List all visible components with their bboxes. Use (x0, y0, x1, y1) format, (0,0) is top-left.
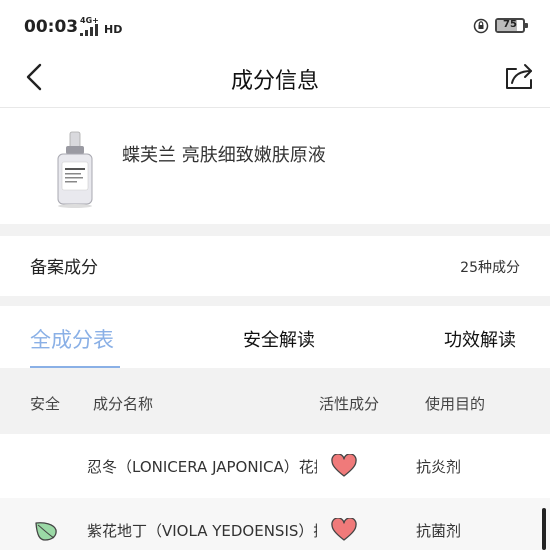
header-safety: 安全 (30, 395, 61, 413)
filed-ingredients-row[interactable]: 备案成分 25种成分 (0, 236, 550, 296)
tab-full-ingredients[interactable]: 全成分表 (30, 324, 114, 354)
tab-efficacy[interactable]: 功效解读 (444, 326, 516, 352)
header-purpose: 使用目的 (425, 395, 486, 413)
heart-icon (331, 518, 357, 541)
ingredient-name: 忍冬（LONICERA JAPONICA）花提取物 (87, 458, 317, 476)
battery-icon: 75 (495, 18, 528, 33)
heart-icon (331, 454, 357, 477)
filed-ingredients-label: 备案成分 (30, 258, 98, 278)
hd-indicator: HD (104, 23, 123, 36)
share-button[interactable] (500, 60, 538, 94)
ingredient-count: 25种成分 (460, 260, 520, 276)
scrollbar[interactable] (542, 508, 546, 550)
share-icon (506, 64, 532, 89)
product-image (57, 131, 93, 208)
nav-bar: 成分信息 (0, 52, 550, 108)
signal-icon: 4G+ HD (80, 16, 124, 40)
leaf-icon (35, 522, 57, 541)
tab-safety[interactable]: 安全解读 (243, 326, 315, 352)
table-row[interactable]: 紫花地丁（VIOLA YEDOENSIS）提取物 抗菌剂 (0, 498, 550, 550)
status-bar: 00:03 4G+ HD 75 (0, 0, 550, 52)
page-title: 成分信息 (230, 69, 319, 94)
status-time: 00:03 (24, 17, 79, 37)
rotation-lock-icon (473, 18, 489, 34)
signal-bars-icon (80, 24, 98, 36)
ingredient-name: 紫花地丁（VIOLA YEDOENSIS）提取物 (87, 522, 317, 540)
ingredient-purpose: 抗炎剂 (416, 458, 462, 476)
header-active-ingredient: 活性成分 (319, 395, 380, 413)
product-card[interactable]: 蝶芙兰 亮肤细致嫩肤原液 (0, 108, 550, 224)
table-row[interactable]: 忍冬（LONICERA JAPONICA）花提取物 抗炎剂 (0, 434, 550, 498)
product-name: 蝶芙兰 亮肤细致嫩肤原液 (122, 145, 326, 166)
tab-bar: 全成分表 安全解读 功效解读 (0, 306, 550, 368)
header-ingredient-name: 成分名称 (93, 395, 154, 413)
ingredient-purpose: 抗菌剂 (416, 522, 462, 540)
battery-level: 75 (503, 19, 517, 30)
table-header: 安全 成分名称 活性成分 使用目的 (0, 368, 550, 434)
